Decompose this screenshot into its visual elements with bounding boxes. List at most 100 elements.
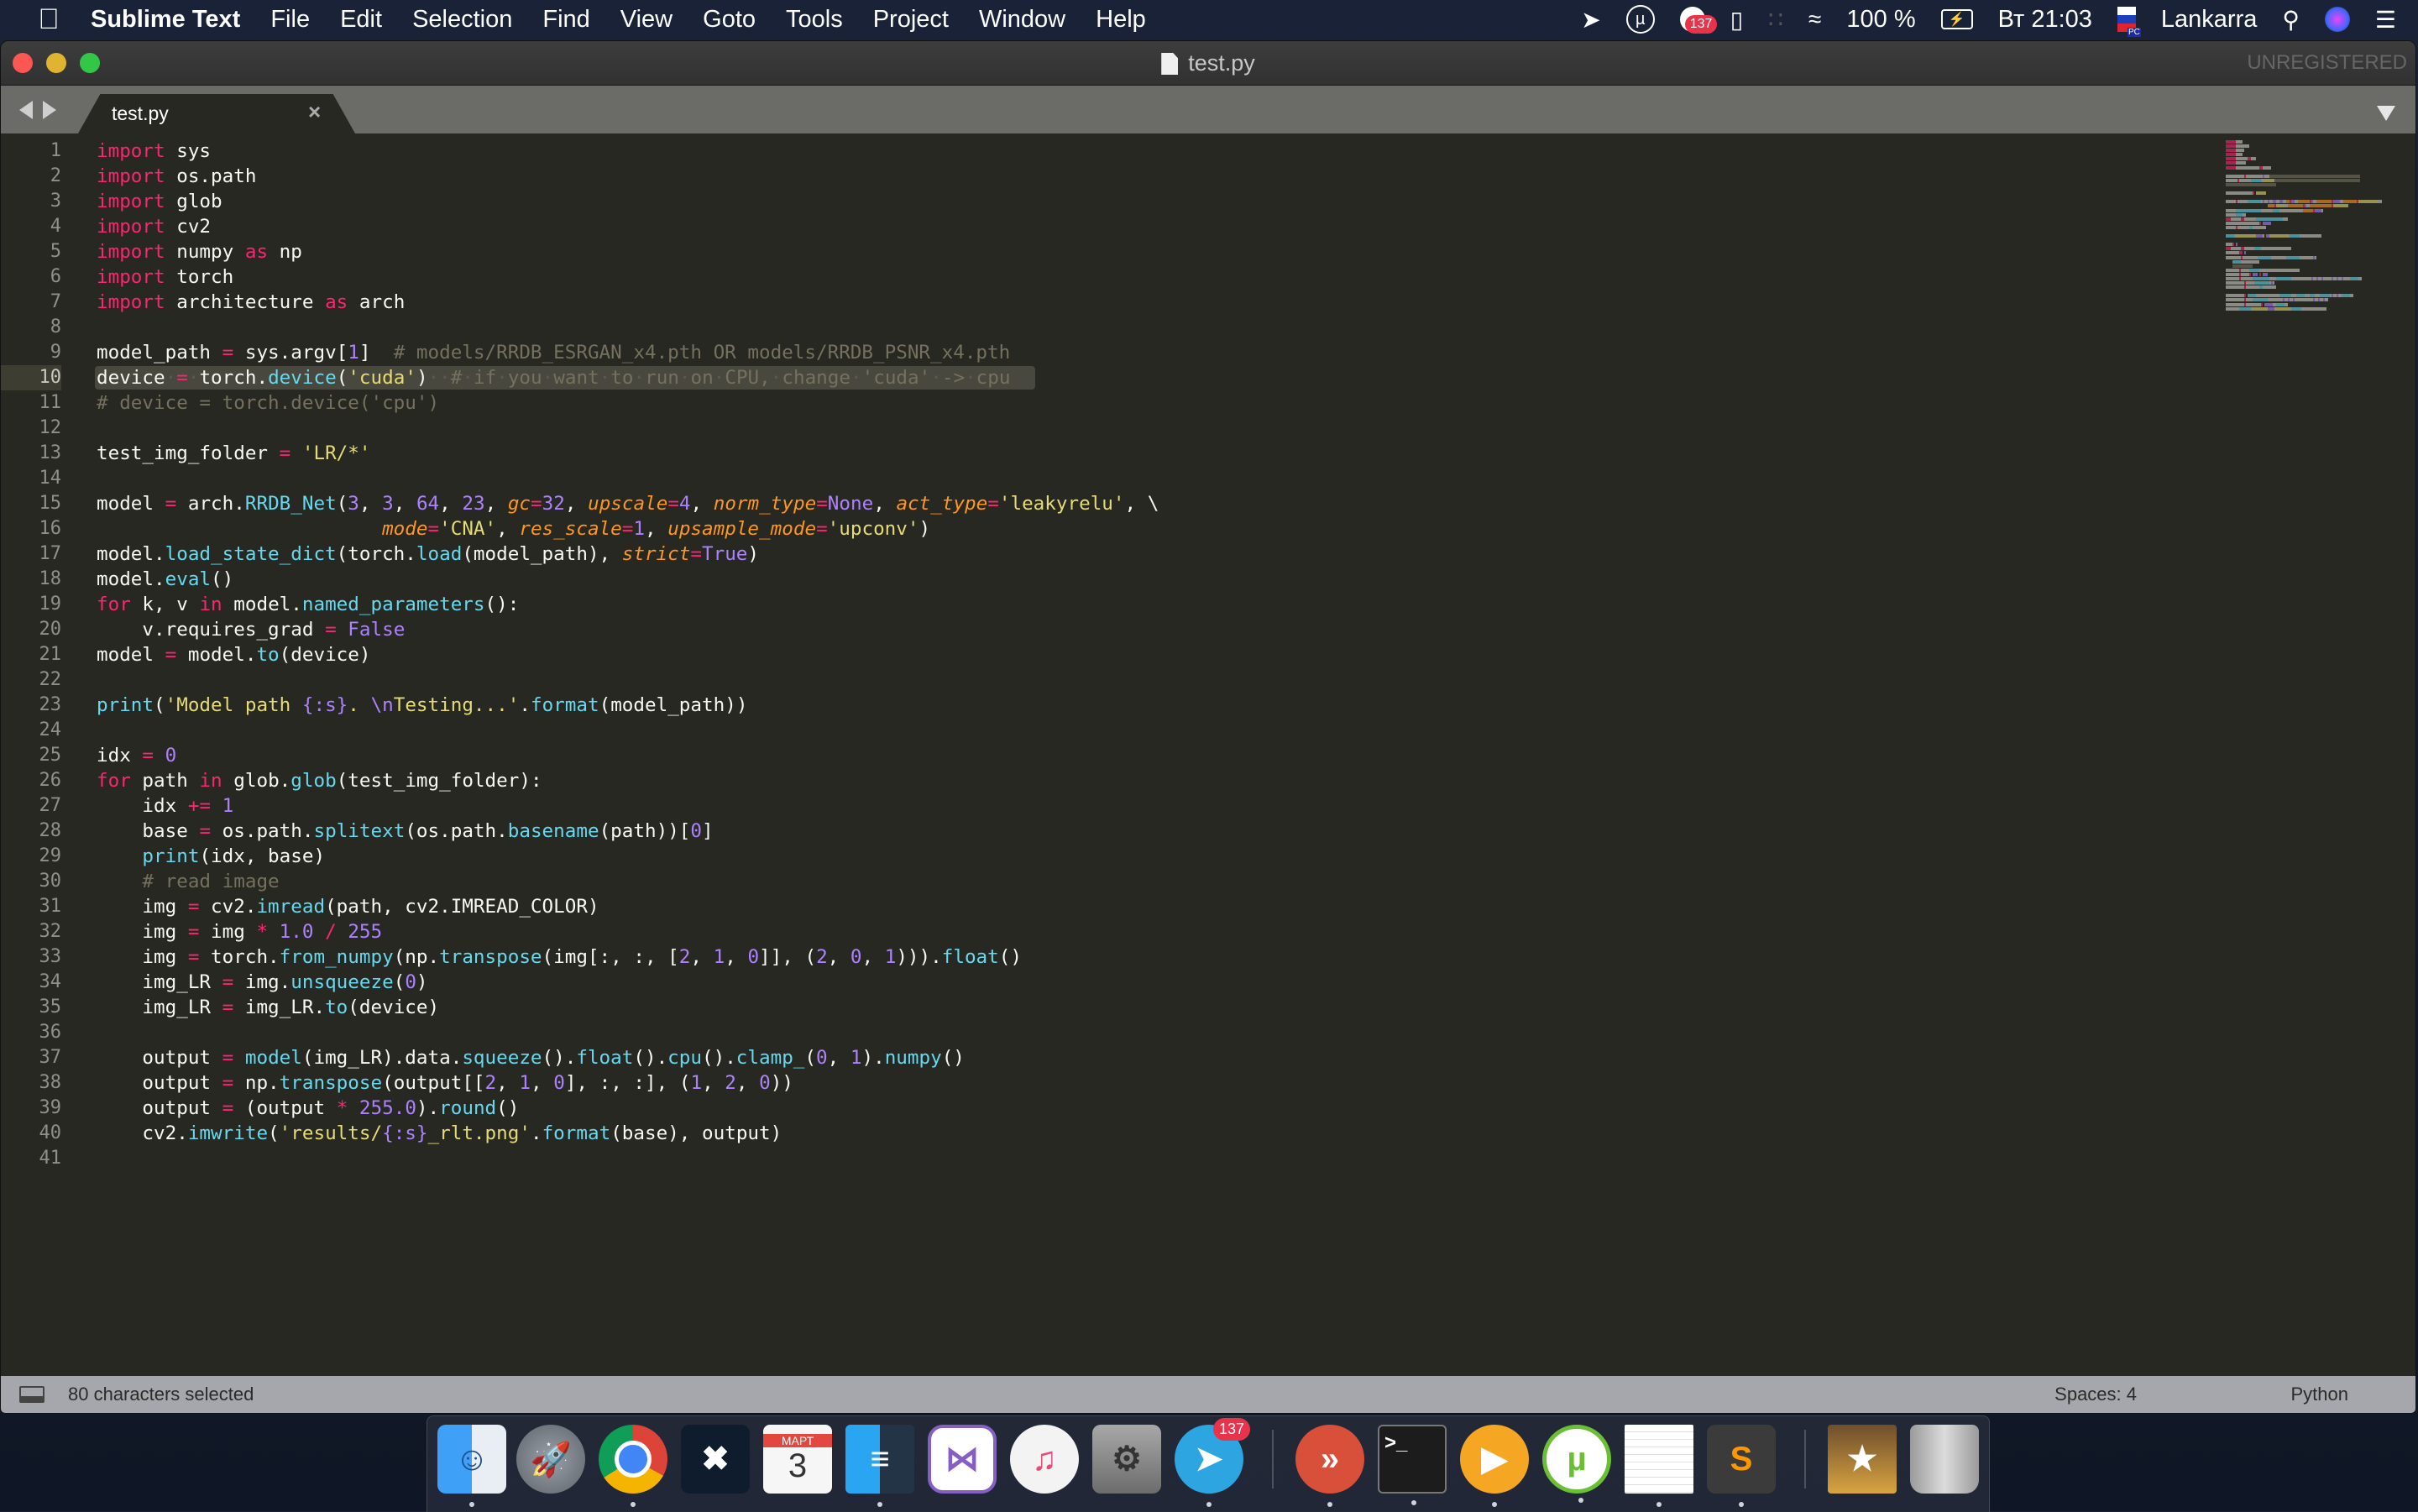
dock-textedit-icon[interactable] [1625,1425,1693,1507]
code-token: test_img_folder [97,442,280,464]
code-line[interactable]: import cv2 [97,214,2147,239]
tab-nav-forward-icon[interactable] [43,101,56,119]
dock-chrome-icon[interactable] [599,1425,667,1507]
tab-label[interactable]: test.py [112,102,169,125]
code-line[interactable]: img_LR = img.unsqueeze(0) [97,970,2147,995]
code-line[interactable]: import numpy as np [97,239,2147,264]
dock-remote-desktop-icon[interactable]: » [1295,1425,1364,1507]
code-line[interactable]: import architecture as arch [97,290,2147,315]
tab-nav-back-icon[interactable] [19,101,33,119]
input-source-flag-icon[interactable]: PC [2117,7,2141,37]
code-line[interactable] [97,718,2147,743]
code-line[interactable]: print('Model path {:s}. \nTesting...'.fo… [97,693,2147,718]
minimap[interactable] [2226,140,2385,311]
code-line[interactable]: idx += 1 [97,793,2147,819]
dock-trash-icon[interactable] [1910,1425,1979,1494]
code-line[interactable]: test_img_folder = 'LR/*' [97,441,2147,466]
battery-charging-icon[interactable]: ⚡ [1940,9,1973,29]
indentation-setting[interactable]: Spaces: 4 [2054,1376,2137,1413]
code-line[interactable]: img = img * 1.0 / 255 [97,919,2147,944]
code-line[interactable]: model = model.to(device) [97,642,2147,667]
code-line[interactable]: base = os.path.splitext(os.path.basename… [97,819,2147,844]
dock-terminal-icon[interactable]: >_ [1378,1425,1447,1505]
dock-system-preferences-icon[interactable]: ⚙ [1092,1425,1161,1494]
wifi-icon[interactable]: ≈ [1808,6,1821,33]
clock[interactable]: Вт 21:03 [1998,6,2092,34]
menu-goto[interactable]: Goto [703,6,756,34]
apple-menu-icon[interactable]:  [34,3,64,36]
menu-help[interactable]: Help [1096,6,1146,34]
code-line[interactable]: import glob [97,189,2147,214]
code-line[interactable]: # device = torch.device('cpu') [97,390,2147,416]
notification-center-icon[interactable]: ☰ [2375,6,2396,34]
dock-finder-icon[interactable]: ☺ [437,1425,506,1507]
code-line[interactable] [97,416,2147,441]
user-name[interactable]: Lankarra [2161,6,2257,34]
dock-utorrent-icon[interactable]: µ [1542,1425,1611,1503]
dock-visual-studio-icon[interactable]: ⋈ [928,1425,997,1494]
syntax-setting[interactable]: Python [2291,1376,2349,1413]
menu-selection[interactable]: Selection [412,6,512,34]
menu-file[interactable]: File [270,6,310,34]
tab-close-icon[interactable]: × [308,99,321,125]
code-area[interactable]: import sys import os.path import glob impor… [95,139,2147,1171]
dock-calendar-icon[interactable]: МАРТ 3 [763,1425,832,1494]
code-line[interactable]: v.requires_grad = False [97,617,2147,642]
code-line[interactable]: output = model(img_LR).data.squeeze().fl… [97,1045,2147,1070]
code-line[interactable]: # read image [97,869,2147,894]
code-line[interactable]: for path in glob.glob(test_img_folder): [97,768,2147,793]
code-line[interactable]: print(idx, base) [97,844,2147,869]
code-line[interactable]: img = cv2.imread(path, cv2.IMREAD_COLOR) [97,894,2147,919]
code-line[interactable]: cv2.imwrite('results/{:s}_rlt.png'.forma… [97,1121,2147,1146]
dock-sublime-text-icon[interactable]: S [1707,1425,1776,1507]
menu-app-name[interactable]: Sublime Text [91,6,240,34]
utorrent-tray-icon[interactable]: µ [1625,5,1655,34]
mail-tray-icon[interactable]: 137 [1679,7,1718,34]
dock-infuse-icon[interactable]: ▶ [1460,1425,1529,1507]
code-line[interactable]: output = np.transpose(output[[2, 1, 0], … [97,1070,2147,1096]
menu-find[interactable]: Find [542,6,589,34]
menu-project[interactable]: Project [873,6,949,34]
menu-window[interactable]: Window [979,6,1065,34]
code-line[interactable]: for k, v in model.named_parameters(): [97,592,2147,617]
spotlight-search-icon[interactable]: ⚲ [2282,6,2300,34]
code-line[interactable] [97,1020,2147,1045]
tab-list-dropdown-icon[interactable] [2377,106,2395,121]
code-line[interactable] [97,466,2147,491]
panel-toggle-icon[interactable] [19,1386,44,1403]
code-token: , [439,493,463,515]
location-arrow-icon[interactable]: ➤ [1581,6,1600,34]
bluetooth-icon[interactable]: ∷ [1768,6,1783,34]
menu-tools[interactable]: Tools [786,6,843,34]
code-token: ( [336,367,348,389]
code-line[interactable]: device·=·torch.device('cuda')··#·if·you·… [95,365,2147,390]
notification-tray-icon[interactable]: ▯ [1730,6,1743,34]
siri-icon[interactable] [2324,7,2350,32]
battery-percent[interactable]: 100 % [1846,6,1915,34]
code-line[interactable]: import os.path [97,164,2147,189]
menu-view[interactable]: View [620,6,673,34]
dock-telegram-icon[interactable]: ➤ 137 [1175,1418,1250,1507]
code-line[interactable]: img_LR = img_LR.to(device) [97,995,2147,1020]
code-line[interactable]: output = (output * 255.0).round() [97,1096,2147,1121]
code-editor[interactable]: 1 2 3 4 5 6 7 8 9 10 11 12 13 14 15 16 17 18 19 20 21 22 23 24 2… [1,133,2415,1376]
title-bar[interactable]: test.py UNREGISTERED [1,41,2415,86]
code-line[interactable] [97,1146,2147,1171]
menu-edit[interactable]: Edit [340,6,382,34]
code-line[interactable] [97,315,2147,340]
dock-crossover-icon[interactable]: ✖ [681,1425,750,1494]
dock-launchpad-icon[interactable]: 🚀 [516,1425,585,1494]
dock-itunes-icon[interactable]: ♫ [1010,1425,1079,1494]
code-line[interactable]: model = arch.RRDB_Net(3, 3, 64, 23, gc=3… [97,491,2147,516]
code-line[interactable] [97,667,2147,693]
code-line[interactable]: model.load_state_dict(torch.load(model_p… [97,541,2147,567]
code-line[interactable]: import sys [97,139,2147,164]
dock-downloads-stack-icon[interactable]: ★ [1828,1425,1897,1494]
code-line[interactable]: import torch [97,264,2147,290]
code-line[interactable]: model_path = sys.argv[1] # models/RRDB_E… [97,340,2147,365]
code-line[interactable]: mode='CNA', res_scale=1, upsample_mode='… [97,516,2147,541]
code-line[interactable]: idx = 0 [97,743,2147,768]
code-line[interactable]: model.eval() [97,567,2147,592]
dock-commander-one-icon[interactable]: ≡ [845,1425,914,1507]
code-line[interactable]: img = torch.from_numpy(np.transpose(img[… [97,944,2147,970]
